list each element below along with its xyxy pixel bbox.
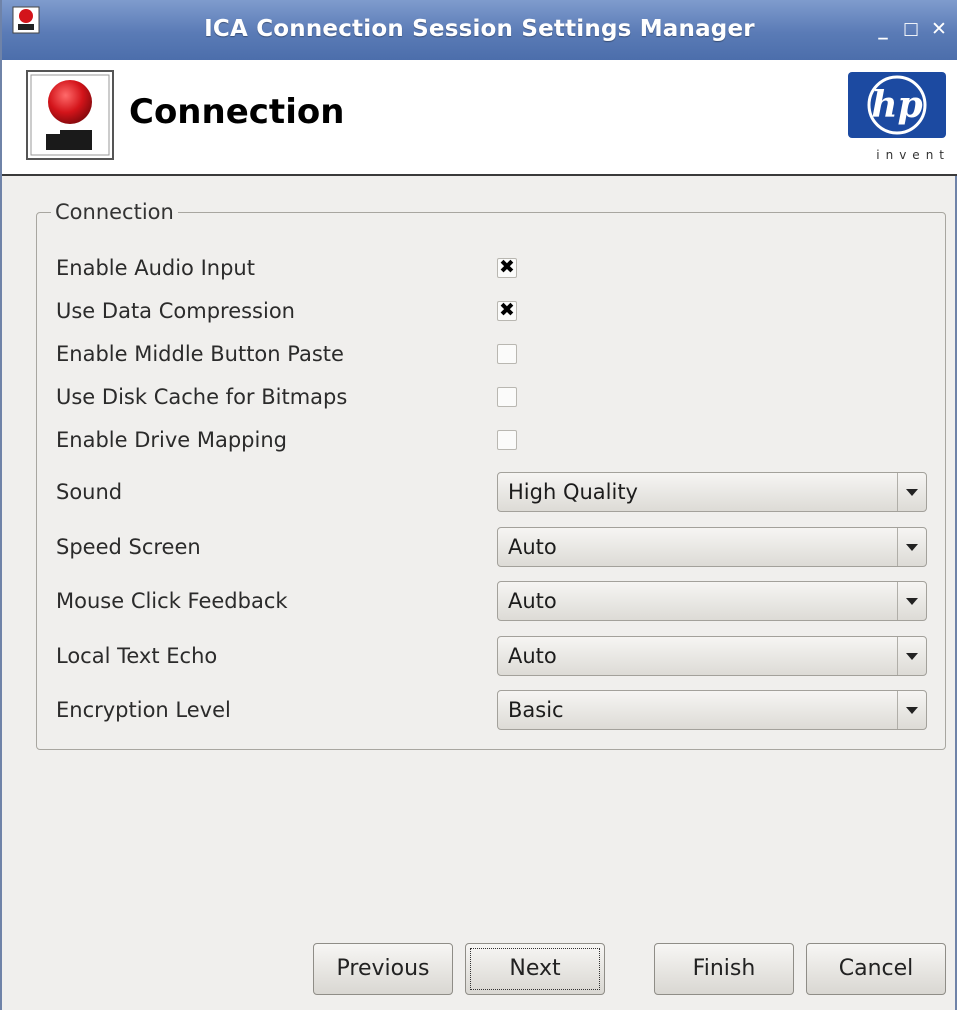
- select-value: Auto: [508, 589, 557, 613]
- settings-window: ICA Connection Session Settings Manager …: [0, 0, 957, 1010]
- check-mark-icon: ✖: [499, 299, 515, 321]
- select-value: Auto: [508, 644, 557, 668]
- select-value: High Quality: [508, 480, 638, 504]
- dropdown-arrow-icon: [906, 653, 918, 660]
- row-speed-screen: Speed Screen Auto: [56, 527, 927, 567]
- row-use-disk-cache: Use Disk Cache for Bitmaps: [56, 377, 926, 417]
- checkbox-label: Use Disk Cache for Bitmaps: [56, 385, 348, 409]
- enable-drive-mapping-checkbox[interactable]: [497, 430, 517, 450]
- page-title: Connection: [129, 92, 345, 132]
- group-legend: Connection: [55, 200, 174, 224]
- use-data-compression-checkbox[interactable]: ✖: [497, 299, 517, 321]
- window-title: ICA Connection Session Settings Manager: [204, 16, 755, 42]
- row-enable-drive-mapping: Enable Drive Mapping: [56, 420, 926, 460]
- checkbox-label: Enable Middle Button Paste: [56, 342, 344, 366]
- check-mark-icon: ✖: [499, 256, 515, 278]
- row-mouse-click-feedback: Mouse Click Feedback Auto: [56, 581, 927, 621]
- maximize-button[interactable]: □: [901, 19, 921, 39]
- row-enable-audio-input: Enable Audio Input ✖: [56, 248, 926, 288]
- close-button[interactable]: ✕: [929, 19, 949, 39]
- row-use-data-compression: Use Data Compression ✖: [56, 291, 926, 331]
- page-header: Connection hp invent: [2, 60, 957, 176]
- row-local-text-echo: Local Text Echo Auto: [56, 636, 927, 676]
- dropdown-arrow-icon: [906, 544, 918, 551]
- select-label: Local Text Echo: [56, 644, 218, 668]
- enable-audio-input-checkbox[interactable]: ✖: [497, 256, 517, 278]
- dropdown-arrow-icon: [906, 598, 918, 605]
- checkbox-label: Enable Audio Input: [56, 256, 255, 280]
- select-value: Auto: [508, 535, 557, 559]
- connection-icon: [26, 70, 114, 160]
- enable-middle-button-paste-checkbox[interactable]: [497, 344, 517, 364]
- sound-select[interactable]: High Quality: [497, 472, 927, 512]
- cancel-button[interactable]: Cancel: [806, 943, 946, 995]
- finish-button[interactable]: Finish: [654, 943, 794, 995]
- title-bar[interactable]: ICA Connection Session Settings Manager …: [2, 0, 957, 60]
- row-encryption-level: Encryption Level Basic: [56, 690, 927, 730]
- dropdown-arrow-icon: [906, 489, 918, 496]
- speed-screen-select[interactable]: Auto: [497, 527, 927, 567]
- hp-tagline: invent: [876, 148, 950, 162]
- dropdown-arrow-icon: [906, 707, 918, 714]
- select-label: Speed Screen: [56, 535, 201, 559]
- checkbox-label: Enable Drive Mapping: [56, 428, 287, 452]
- next-button[interactable]: Next: [465, 943, 605, 995]
- select-label: Mouse Click Feedback: [56, 589, 288, 613]
- select-label: Encryption Level: [56, 698, 231, 722]
- hp-logo: hp invent: [840, 72, 950, 172]
- checkbox-label: Use Data Compression: [56, 299, 295, 323]
- use-disk-cache-checkbox[interactable]: [497, 387, 517, 407]
- svg-text:hp: hp: [871, 84, 922, 126]
- select-label: Sound: [56, 480, 123, 504]
- encryption-level-select[interactable]: Basic: [497, 690, 927, 730]
- previous-button[interactable]: Previous: [313, 943, 453, 995]
- row-enable-middle-button-paste: Enable Middle Button Paste: [56, 334, 926, 374]
- select-value: Basic: [508, 698, 564, 722]
- minimize-button[interactable]: _: [873, 19, 893, 39]
- mouse-click-feedback-select[interactable]: Auto: [497, 581, 927, 621]
- local-text-echo-select[interactable]: Auto: [497, 636, 927, 676]
- next-button-label: Next: [509, 956, 561, 981]
- row-sound: Sound High Quality: [56, 472, 927, 512]
